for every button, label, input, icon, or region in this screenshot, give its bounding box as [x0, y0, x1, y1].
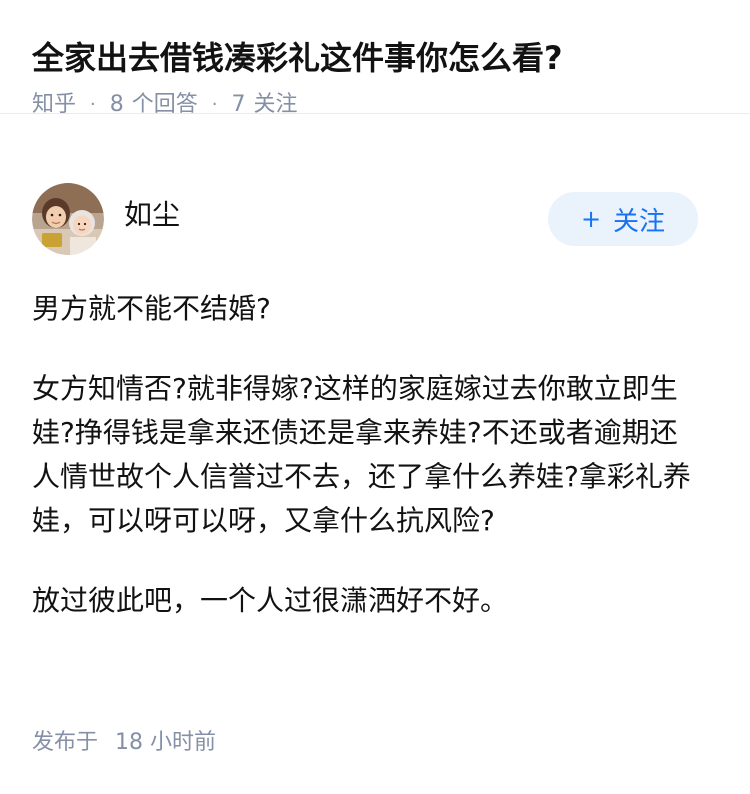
follow-label: 关注 — [613, 206, 666, 237]
site-name[interactable]: 知乎 — [32, 90, 76, 120]
author-avatar[interactable] — [32, 183, 104, 255]
question-title[interactable]: 全家出去借钱凑彩礼这件事你怎么看? — [32, 36, 718, 80]
answer-content: 男方就不能不结婚? 女方知情否?就非得嫁?这样的家庭嫁过去你敢立即生娃?挣得钱是… — [32, 287, 700, 659]
answers-count[interactable]: 8 — [110, 90, 124, 120]
follow-button[interactable]: + 关注 — [548, 192, 698, 246]
meta-separator: · — [211, 94, 218, 115]
question-header: 全家出去借钱凑彩礼这件事你怎么看? 知乎 · 8 个回答 · 7 关注 — [0, 0, 750, 117]
plus-icon: + — [580, 205, 602, 233]
question-meta: 知乎 · 8 个回答 · 7 关注 — [32, 90, 718, 120]
followers-label[interactable]: 关注 — [254, 90, 298, 120]
answer-paragraph: 男方就不能不结婚? — [32, 292, 271, 325]
published-time: 18 小时前 — [115, 730, 217, 755]
answer-paragraph: 女方知情否?就非得嫁?这样的家庭嫁过去你敢立即生娃?挣得钱是拿来还债还是拿来养娃… — [32, 372, 691, 537]
meta-separator: · — [90, 94, 96, 115]
author-row: 如尘 + 关注 — [32, 183, 698, 255]
answers-label[interactable]: 个回答 — [132, 90, 198, 120]
avatar-photo-icon — [32, 183, 104, 255]
answer-paragraph: 放过彼此吧，一个人过很潇洒好不好。 — [32, 584, 509, 617]
followers-count[interactable]: 7 — [232, 90, 246, 120]
author-name[interactable]: 如尘 — [124, 197, 180, 233]
publish-time: 发布于 18 小时前 — [32, 728, 216, 758]
published-label: 发布于 — [32, 730, 99, 755]
